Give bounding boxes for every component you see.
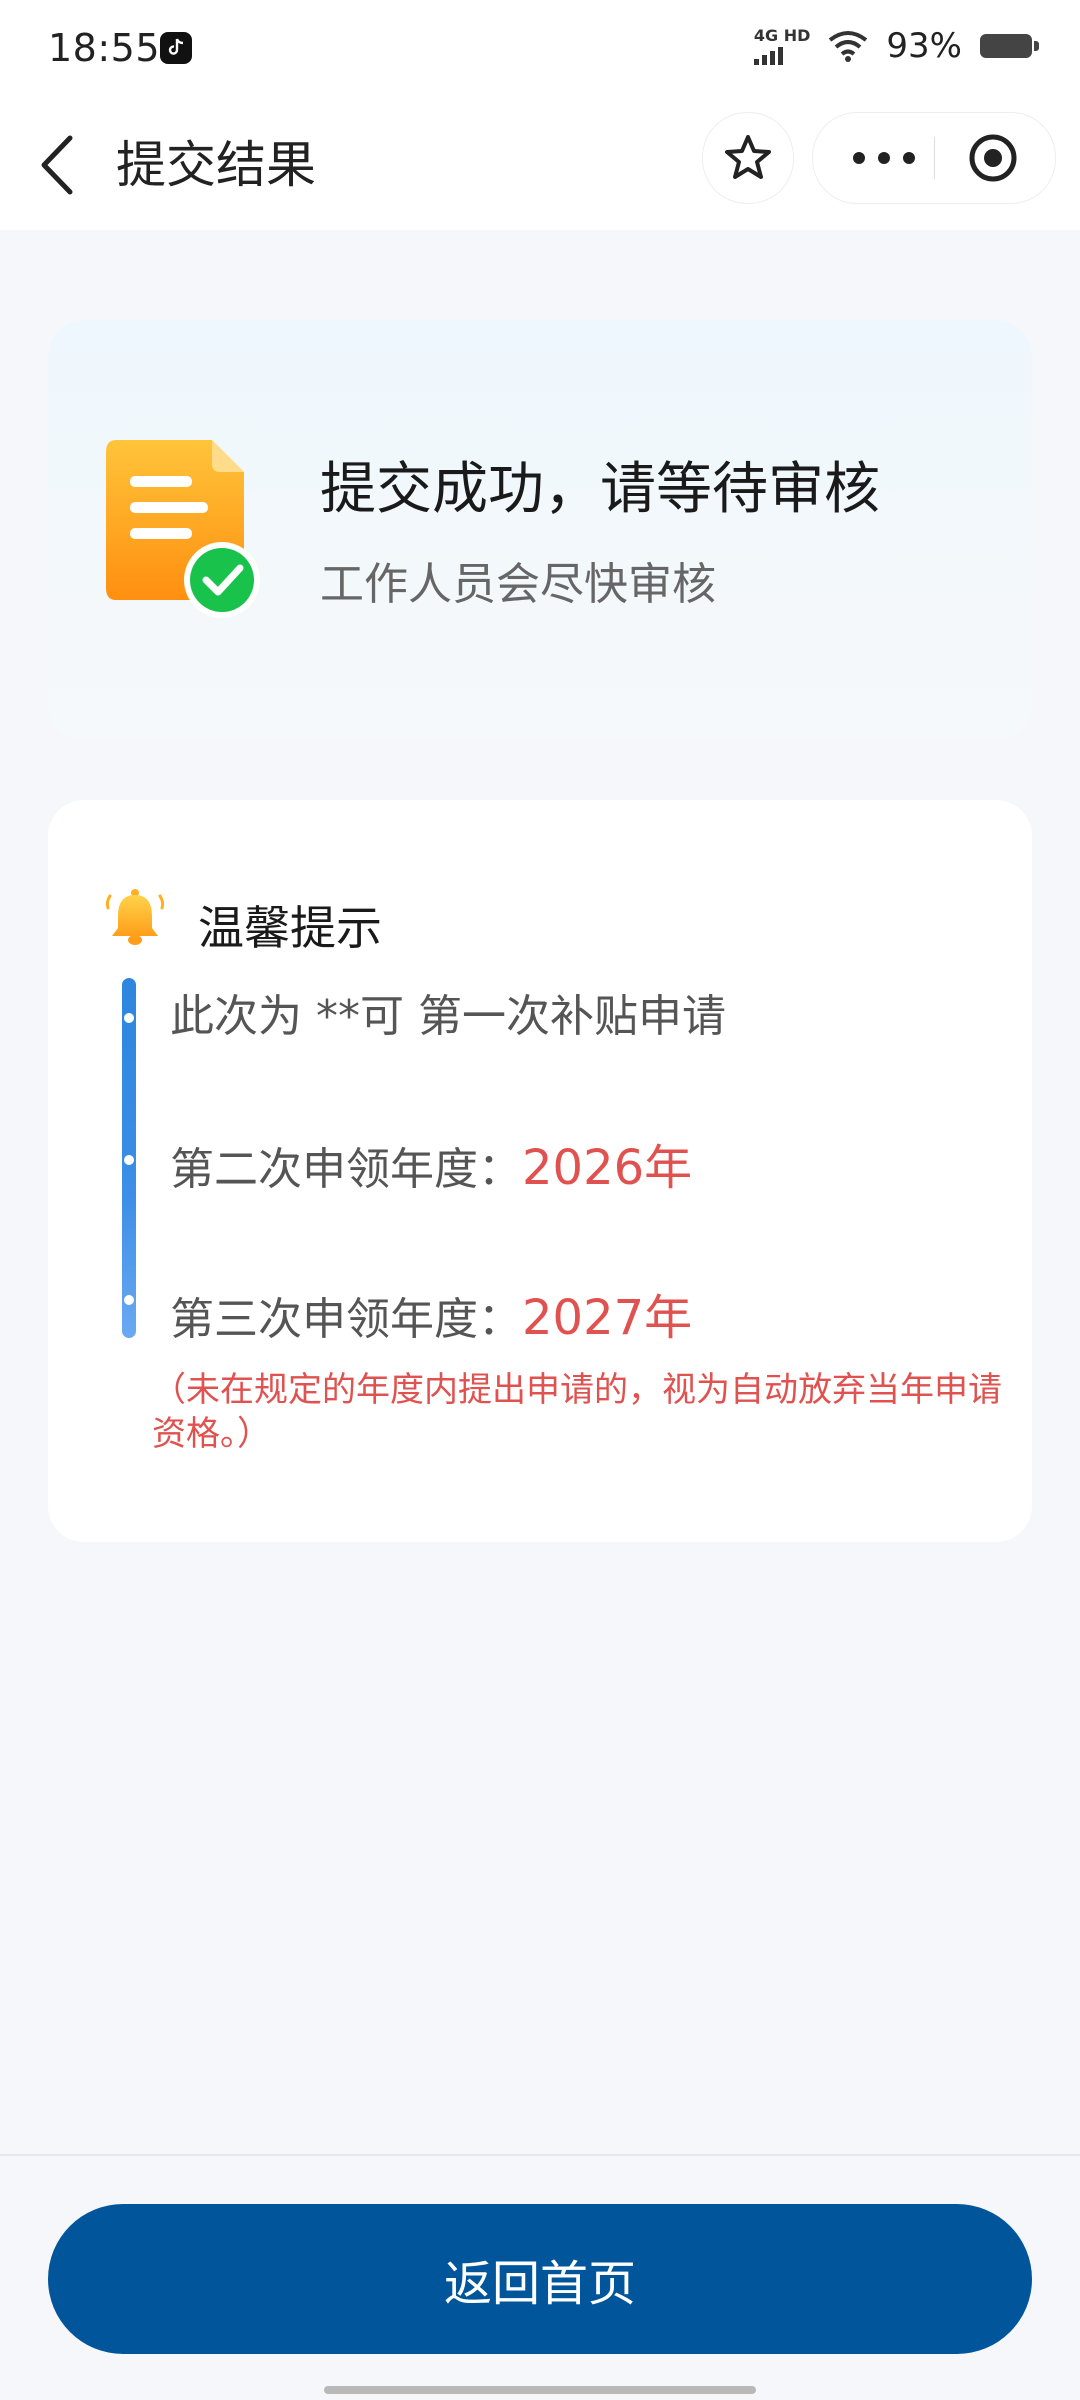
status-indicators: 4G HD 93%: [753, 25, 1039, 66]
status-time: 18:55: [48, 26, 161, 70]
tip-third-year: 第三次申领年度：2027年: [170, 1278, 692, 1348]
nav-header: 提交结果: [0, 100, 1080, 230]
status-bar: 18:55 4G HD 93%: [0, 0, 1080, 100]
tip-first-application: 此次为 **可 第一次补贴申请: [170, 991, 726, 1042]
bell-icon: [105, 889, 165, 945]
tips-title: 温馨提示: [198, 901, 382, 955]
battery-percent: 93%: [886, 26, 962, 66]
timeline-dot: [124, 1013, 134, 1023]
tiktok-icon: [160, 32, 192, 64]
more-icon[interactable]: [849, 143, 919, 173]
star-icon: [725, 135, 771, 179]
success-title: 提交成功，请等待审核: [320, 457, 880, 522]
timeline-dot: [124, 1295, 134, 1305]
target-icon[interactable]: [968, 133, 1018, 183]
mini-program-capsule: [812, 112, 1056, 204]
third-year-value: 2027年: [522, 1290, 693, 1346]
timeline-dot: [124, 1155, 134, 1165]
capsule-divider: [934, 137, 935, 179]
tips-card: 温馨提示 此次为 **可 第一次补贴申请 第二次申领年度：2026年 第三次申领…: [48, 800, 1032, 1542]
battery-icon: [980, 34, 1039, 58]
favorite-button[interactable]: [702, 112, 794, 204]
second-year-label: 第二次申领年度：: [170, 1144, 522, 1195]
back-arrow-icon[interactable]: [34, 130, 84, 200]
wifi-icon: [829, 31, 868, 62]
page-title: 提交结果: [116, 136, 316, 194]
success-subtitle: 工作人员会尽快审核: [320, 559, 716, 610]
third-year-label: 第三次申领年度：: [170, 1294, 522, 1345]
success-card: 提交成功，请等待审核 工作人员会尽快审核: [48, 320, 1032, 740]
cellular-signal-icon: 4G HD: [753, 25, 811, 65]
return-home-button[interactable]: 返回首页: [48, 2204, 1032, 2354]
tip-second-year: 第二次申领年度：2026年: [170, 1128, 692, 1198]
home-indicator[interactable]: [324, 2386, 756, 2394]
document-check-icon: [106, 440, 260, 618]
second-year-value: 2026年: [522, 1140, 693, 1196]
deadline-note: （未在规定的年度内提出申请的，视为自动放弃当年申请资格。）: [152, 1370, 1002, 1454]
network-label: 4G HD: [753, 25, 811, 45]
